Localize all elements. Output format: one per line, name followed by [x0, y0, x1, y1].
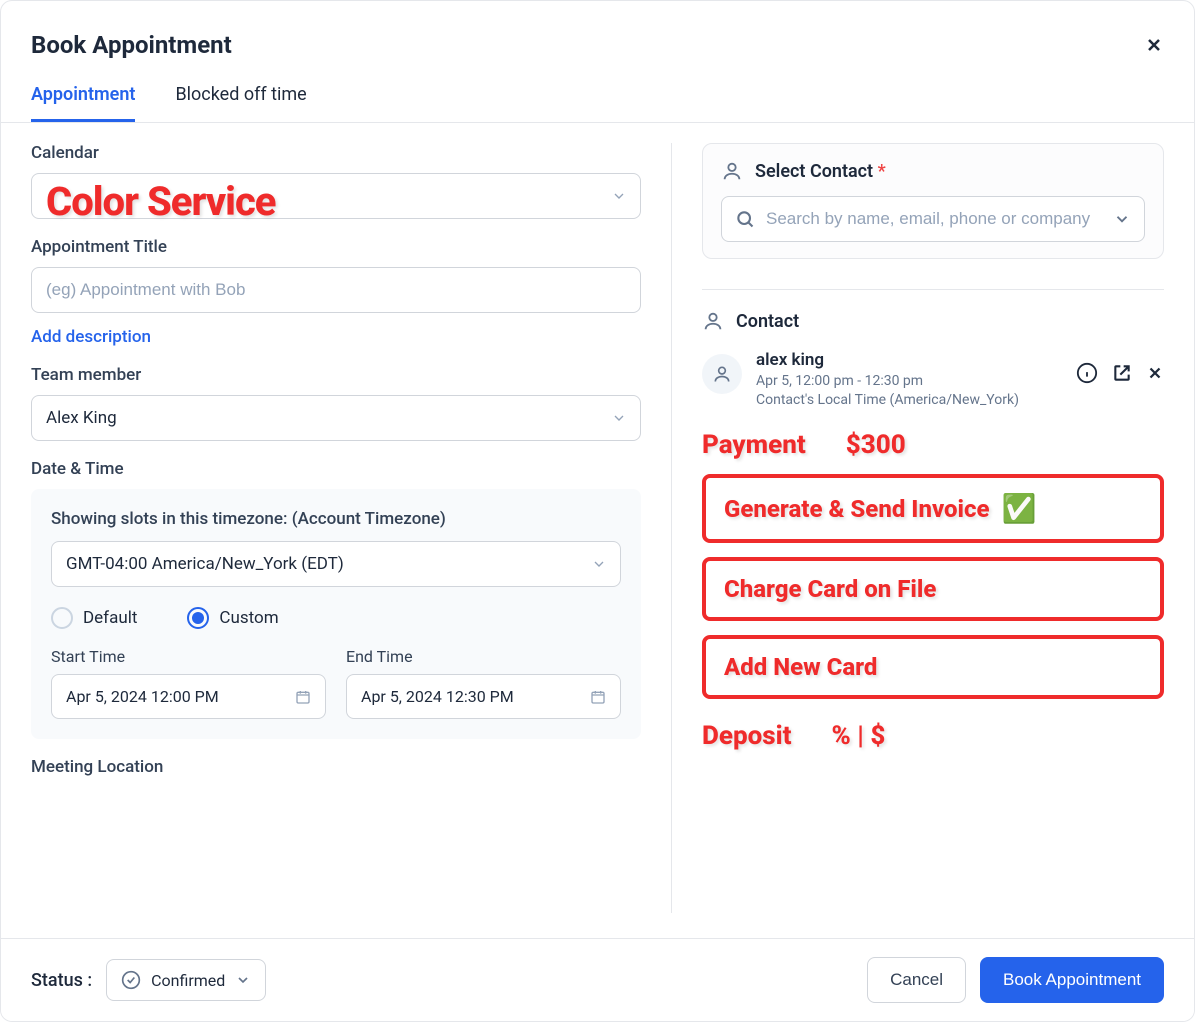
radio-custom[interactable]: Custom: [187, 607, 278, 629]
info-icon: [1076, 362, 1098, 384]
status-label: Status :: [31, 970, 92, 991]
tabs: Appointment Blocked off time: [1, 59, 1194, 123]
contact-open-external-button[interactable]: [1112, 363, 1132, 383]
end-time-value: Apr 5, 2024 12:30 PM: [361, 687, 514, 706]
annotation-deposit-row: Deposit % | $: [702, 721, 1164, 751]
select-contact-label: Select Contact *: [755, 161, 886, 182]
close-button[interactable]: [1144, 35, 1164, 55]
contact-search-input[interactable]: [721, 196, 1145, 242]
team-member-select[interactable]: Alex King: [31, 395, 641, 441]
contact-time: Apr 5, 12:00 pm - 12:30 pm: [756, 373, 1062, 389]
annotation-deposit-label: Deposit: [702, 721, 792, 751]
cancel-button[interactable]: Cancel: [867, 957, 966, 1003]
add-description-link[interactable]: Add description: [31, 327, 151, 347]
timezone-label: Showing slots in this timezone: (Account…: [51, 509, 621, 529]
radio-default[interactable]: Default: [51, 607, 137, 629]
team-member-label: Team member: [31, 365, 641, 385]
close-icon: [1144, 35, 1164, 55]
radio-icon: [51, 607, 73, 629]
appointment-title-input[interactable]: [31, 267, 641, 313]
modal-title: Book Appointment: [31, 31, 232, 59]
end-time-label: End Time: [346, 647, 621, 666]
chevron-down-icon: [1113, 210, 1131, 228]
annotation-add-new-card: Add New Card: [702, 635, 1164, 699]
book-appointment-modal: Book Appointment Appointment Blocked off…: [0, 0, 1195, 1022]
chevron-down-icon: [235, 972, 251, 988]
status-value: Confirmed: [151, 971, 225, 990]
annotation-generate-invoice: Generate & Send Invoice ✅: [702, 474, 1164, 543]
required-asterisk: *: [878, 161, 886, 182]
modal-footer: Status : Confirmed Cancel Book Appointme…: [1, 938, 1194, 1021]
check-circle-icon: [121, 970, 141, 990]
close-icon: [1146, 364, 1164, 382]
contact-name: alex king: [756, 350, 1062, 370]
radio-default-label: Default: [83, 608, 137, 628]
checkmark-icon: ✅: [1002, 492, 1037, 525]
annotation-deposit-toggle: % | $: [832, 721, 886, 751]
modal-header: Book Appointment: [1, 1, 1194, 59]
slot-mode-radios: Default Custom: [51, 607, 621, 629]
tab-blocked-off-time[interactable]: Blocked off time: [175, 84, 306, 122]
start-time-label: Start Time: [51, 647, 326, 666]
annotation-charge-card: Charge Card on File: [702, 557, 1164, 621]
contact-timezone-note: Contact's Local Time (America/New_York): [756, 392, 1062, 408]
person-icon: [702, 310, 724, 332]
calendar-select-wrap: Color Service: [31, 173, 641, 219]
external-link-icon: [1112, 363, 1132, 383]
calendar-label: Calendar: [31, 143, 641, 163]
calendar-select[interactable]: [31, 173, 641, 219]
contact-info-button[interactable]: [1076, 362, 1098, 384]
appointment-title-label: Appointment Title: [31, 237, 641, 257]
search-icon: [735, 209, 755, 229]
start-time-input[interactable]: Apr 5, 2024 12:00 PM: [51, 674, 326, 719]
right-panel: Select Contact *: [672, 143, 1164, 913]
meeting-location-label: Meeting Location: [31, 757, 641, 777]
contact-remove-button[interactable]: [1146, 364, 1164, 382]
contact-section-label: Contact: [736, 311, 799, 332]
radio-icon: [187, 607, 209, 629]
contact-card: alex king Apr 5, 12:00 pm - 12:30 pm Con…: [702, 350, 1164, 408]
end-time-input[interactable]: Apr 5, 2024 12:30 PM: [346, 674, 621, 719]
left-panel: Calendar Color Service Appointment Title…: [31, 143, 671, 913]
select-contact-panel: Select Contact *: [702, 143, 1164, 259]
timezone-select[interactable]: GMT-04:00 America/New_York (EDT): [51, 541, 621, 587]
avatar: [702, 354, 742, 394]
calendar-icon: [590, 689, 606, 705]
person-icon: [721, 160, 743, 182]
radio-custom-label: Custom: [219, 608, 278, 628]
datetime-box: Showing slots in this timezone: (Account…: [31, 489, 641, 739]
annotation-payment-amount: $300: [846, 430, 906, 460]
datetime-label: Date & Time: [31, 459, 641, 479]
contact-section: Contact alex king Apr 5, 12:00 pm - 12:3…: [702, 289, 1164, 408]
annotation-payment-row: Payment $300: [702, 430, 1164, 460]
calendar-icon: [295, 689, 311, 705]
tab-appointment[interactable]: Appointment: [31, 84, 135, 122]
modal-body: Calendar Color Service Appointment Title…: [1, 123, 1194, 913]
annotation-payment-label: Payment: [702, 430, 806, 460]
start-time-value: Apr 5, 2024 12:00 PM: [66, 687, 219, 706]
book-appointment-button[interactable]: Book Appointment: [980, 957, 1164, 1003]
status-select[interactable]: Confirmed: [106, 959, 266, 1001]
